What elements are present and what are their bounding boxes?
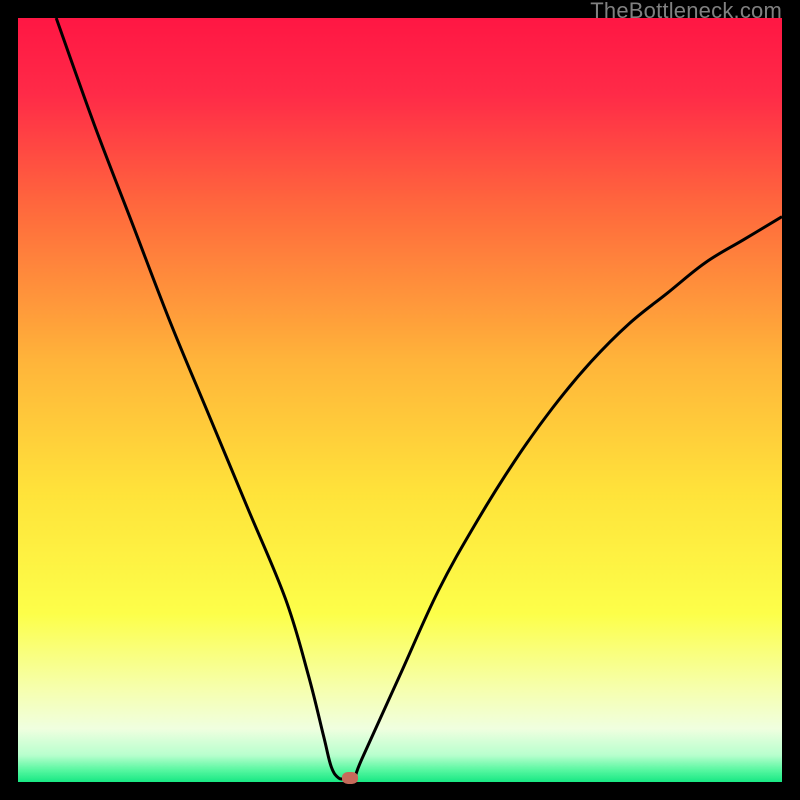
optimal-point-marker <box>342 772 358 784</box>
chart-svg <box>18 18 782 782</box>
bottleneck-curve <box>56 18 782 780</box>
